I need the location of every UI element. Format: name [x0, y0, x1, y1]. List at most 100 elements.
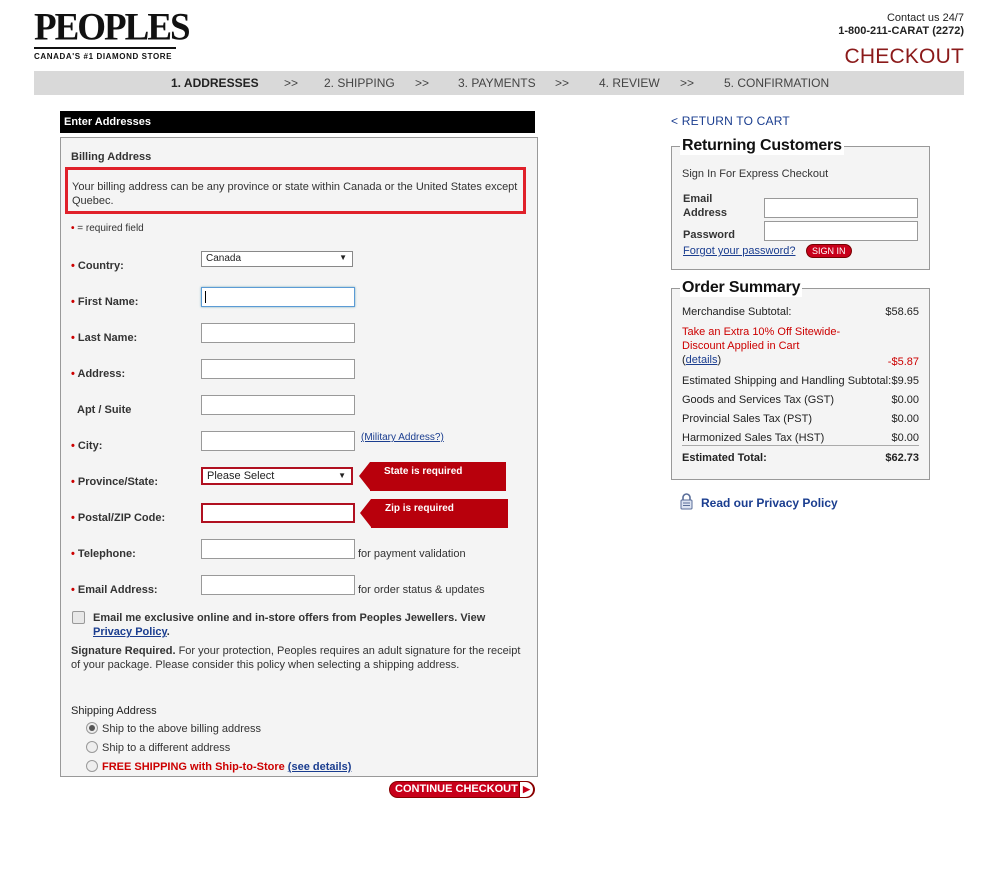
province-label: • Province/State:	[71, 476, 159, 488]
total-label: Estimated Total:	[682, 452, 767, 464]
merch-subtotal-label: Merchandise Subtotal:	[682, 306, 792, 318]
ship-different-radio[interactable]	[86, 741, 98, 753]
contact-phone: 1-800-211-CARAT (2272)	[838, 25, 964, 37]
promo-line2: Discount Applied in Cart	[682, 340, 800, 352]
step-separator: >>	[284, 76, 299, 90]
telephone-hint: for payment validation	[358, 548, 466, 560]
step-review: 4. REVIEW	[599, 76, 660, 90]
province-select[interactable]: Please Select ▼	[201, 467, 353, 485]
apt-suite-label: Apt / Suite	[77, 404, 132, 416]
telephone-label: • Telephone:	[71, 548, 136, 560]
military-address-link[interactable]: (Military Address?)	[361, 432, 444, 443]
last-name-input[interactable]	[201, 323, 355, 343]
ship-same-radio[interactable]	[86, 722, 98, 734]
first-name-input[interactable]	[201, 287, 355, 307]
postal-error-tooltip: Zip is required	[360, 499, 508, 528]
signature-bold: Signature Required.	[71, 645, 176, 657]
apt-suite-input[interactable]	[201, 395, 355, 415]
email-label-line1: Email	[683, 193, 713, 205]
postal-input[interactable]	[201, 503, 355, 523]
email-label: • Email Address:	[71, 584, 158, 596]
promo-discount-value: -$5.87	[887, 356, 919, 368]
dropdown-arrow-icon: ▼	[339, 253, 347, 262]
email-optin-checkbox[interactable]	[72, 611, 85, 624]
step-payments: 3. PAYMENTS	[458, 76, 536, 90]
contact-hours: Contact us 24/7	[886, 12, 964, 24]
logo-wordmark: PEOPLES	[34, 5, 191, 49]
step-confirmation: 5. CONFIRMATION	[724, 76, 830, 90]
gst-label: Goods and Services Tax (GST)	[682, 394, 835, 406]
email-label-line2: Address	[683, 207, 728, 219]
peoples-logo[interactable]: PEOPLES CANADA'S #1 DIAMOND STORE	[34, 5, 191, 61]
continue-checkout-label: CONTINUE CHECKOUT	[395, 783, 518, 795]
postal-label: • Postal/ZIP Code:	[71, 512, 166, 524]
country-select[interactable]: Canada ▼	[201, 251, 353, 267]
merch-subtotal-value: $58.65	[885, 306, 919, 318]
ship-to-store-label: FREE SHIPPING with Ship-to-Store (see de…	[102, 761, 351, 773]
forgot-password-link[interactable]: Forgot your password?	[683, 245, 796, 257]
logo-tagline: CANADA'S #1 DIAMOND STORE	[34, 52, 173, 61]
total-value: $62.73	[885, 452, 919, 464]
required-legend: • = required field	[71, 223, 144, 234]
promo-line1: Take an Extra 10% Off Sitewide-	[682, 326, 841, 338]
dropdown-arrow-icon: ▼	[338, 471, 346, 480]
see-details-link[interactable]: (see details)	[288, 761, 352, 773]
city-input[interactable]	[201, 431, 355, 451]
panel-header: Enter Addresses	[60, 111, 535, 133]
optin-text: Email me exclusive online and in-store o…	[93, 612, 486, 624]
ship-to-store-radio[interactable]	[86, 760, 98, 772]
hst-value: $0.00	[891, 432, 919, 444]
lock-icon	[680, 493, 693, 513]
required-note: = required field	[77, 223, 144, 234]
express-checkout-subtitle: Sign In For Express Checkout	[682, 168, 829, 180]
promo-details-link[interactable]: details	[686, 354, 718, 366]
order-summary-title: Order Summary	[680, 279, 803, 297]
signin-password-label: Password	[683, 229, 735, 241]
contact-info: Contact us 24/7 1-800-211-CARAT (2272)	[838, 12, 964, 38]
ship-same-label: Ship to the above billing address	[102, 723, 261, 735]
address-input[interactable]	[201, 359, 355, 379]
step-separator: >>	[555, 76, 570, 90]
step-separator: >>	[680, 76, 695, 90]
first-name-label: • First Name:	[71, 296, 139, 308]
province-select-value: Please Select	[207, 470, 275, 482]
last-name-label: • Last Name:	[71, 332, 138, 344]
shipping-subtotal-value: $9.95	[891, 375, 919, 387]
ship-different-label: Ship to a different address	[102, 742, 231, 754]
required-marker: •	[71, 223, 75, 234]
email-input[interactable]	[201, 575, 355, 595]
ship-to-store-text: FREE SHIPPING with Ship-to-Store	[102, 761, 285, 773]
returning-customers-title: Returning Customers	[680, 137, 844, 155]
text-caret	[205, 291, 206, 303]
telephone-input[interactable]	[201, 539, 355, 559]
signin-password-input[interactable]	[764, 221, 918, 241]
city-label: • City:	[71, 440, 103, 452]
return-to-cart-link[interactable]: < RETURN TO CART	[671, 114, 790, 128]
gst-value: $0.00	[891, 394, 919, 406]
step-addresses: 1. ADDRESSES	[171, 76, 259, 90]
country-label: • Country:	[71, 260, 124, 272]
hst-label: Harmonized Sales Tax (HST)	[682, 432, 825, 444]
email-optin-text: Email me exclusive online and in-store o…	[93, 611, 528, 639]
arrow-right-icon: ▶	[519, 781, 534, 798]
signin-email-input[interactable]	[764, 198, 918, 218]
pst-label: Provincial Sales Tax (PST)	[682, 413, 813, 425]
signin-email-label: Email Address	[683, 192, 727, 220]
billing-notice: Your billing address can be any province…	[65, 167, 526, 214]
checkout-steps-bar: 1. ADDRESSES >> 2. SHIPPING >> 3. PAYMEN…	[34, 71, 964, 95]
promo-discount-label: Take an Extra 10% Off Sitewide- Discount…	[682, 326, 841, 366]
privacy-policy-link[interactable]: Privacy Policy	[93, 626, 167, 638]
shipping-subtotal-label: Estimated Shipping and Handling Subtotal…	[682, 375, 892, 387]
pst-value: $0.00	[891, 413, 919, 425]
province-error-tooltip: State is required	[359, 462, 506, 491]
continue-checkout-button[interactable]: CONTINUE CHECKOUT ▶	[389, 781, 535, 798]
address-label: • Address:	[71, 368, 126, 380]
signature-notice: Signature Required. For your protection,…	[71, 644, 531, 672]
email-hint: for order status & updates	[358, 584, 485, 596]
summary-divider	[682, 445, 919, 446]
privacy-policy-sidebar-link[interactable]: Read our Privacy Policy	[701, 496, 838, 510]
sign-in-button[interactable]: SIGN IN	[806, 244, 852, 258]
page-title: CHECKOUT	[844, 45, 964, 68]
step-shipping: 2. SHIPPING	[324, 76, 395, 90]
optin-period: .	[166, 626, 170, 638]
